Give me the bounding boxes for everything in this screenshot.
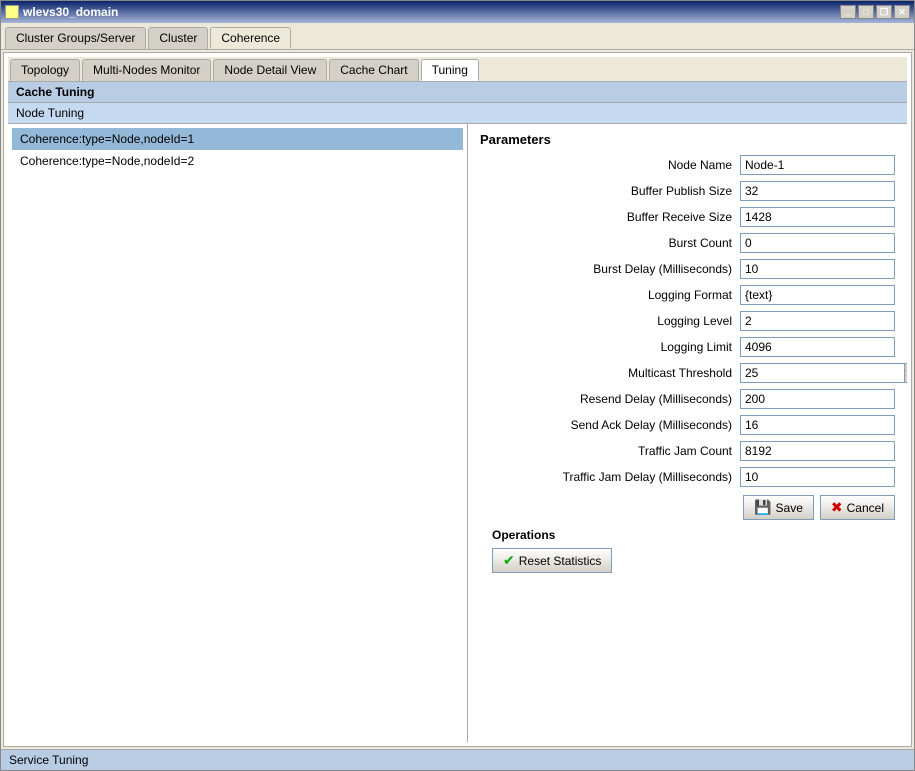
cancel-button[interactable]: ✖ Cancel: [820, 495, 895, 520]
param-row-buffer-publish-size: Buffer Publish Size: [480, 181, 895, 201]
window-icon: [5, 5, 19, 19]
node-list: Coherence:type=Node,nodeId=1 Coherence:t…: [8, 124, 468, 742]
spin-down-multicast-threshold[interactable]: ▼: [905, 373, 907, 382]
param-input-spin-multicast-threshold: ▲▼: [740, 363, 895, 383]
close-button[interactable]: ✕: [894, 5, 910, 19]
param-row-buffer-receive-size: Buffer Receive Size: [480, 207, 895, 227]
node-item-1[interactable]: Coherence:type=Node,nodeId=1: [12, 128, 463, 150]
params-panel: Parameters Node Name Buffer Publish Size B…: [468, 124, 907, 742]
param-row-burst-count: Burst Count: [480, 233, 895, 253]
param-label-traffic-jam-delay: Traffic Jam Delay (Milliseconds): [480, 470, 740, 484]
param-label-traffic-jam-count: Traffic Jam Count: [480, 444, 740, 458]
minimize-button[interactable]: _: [840, 5, 856, 19]
param-label-logging-level: Logging Level: [480, 314, 740, 328]
param-label-resend-delay: Resend Delay (Milliseconds): [480, 392, 740, 406]
param-input-logging-format[interactable]: [740, 285, 895, 305]
param-input-traffic-jam-delay[interactable]: [740, 467, 895, 487]
tab-multi-nodes[interactable]: Multi-Nodes Monitor: [82, 59, 211, 81]
param-input-buffer-publish-size[interactable]: [740, 181, 895, 201]
tab-node-detail[interactable]: Node Detail View: [213, 59, 327, 81]
param-label-burst-count: Burst Count: [480, 236, 740, 250]
tuning-body: Coherence:type=Node,nodeId=1 Coherence:t…: [8, 124, 907, 742]
tab-tuning[interactable]: Tuning: [421, 59, 479, 81]
reset-icon: ✔: [503, 552, 515, 569]
param-label-buffer-receive-size: Buffer Receive Size: [480, 210, 740, 224]
param-row-resend-delay: Resend Delay (Milliseconds): [480, 389, 895, 409]
param-input-logging-level[interactable]: [740, 311, 895, 331]
footer-label: Service Tuning: [9, 753, 88, 767]
cache-tuning-header: Cache Tuning: [8, 82, 907, 103]
params-fields: Node Name Buffer Publish Size Buffer Recei…: [480, 155, 895, 487]
reset-stats-label: Reset Statistics: [519, 554, 602, 568]
param-label-send-ack-delay: Send Ack Delay (Milliseconds): [480, 418, 740, 432]
param-row-logging-format: Logging Format: [480, 285, 895, 305]
param-row-node-name: Node Name: [480, 155, 895, 175]
param-input-burst-delay[interactable]: [740, 259, 895, 279]
content-area: Cache Tuning Node Tuning Coherence:type=…: [8, 82, 907, 742]
param-row-logging-limit: Logging Limit: [480, 337, 895, 357]
restore-button[interactable]: ❐: [876, 5, 892, 19]
param-input-burst-count[interactable]: [740, 233, 895, 253]
spin-btns-multicast-threshold: ▲▼: [904, 363, 907, 383]
operations-title: Operations: [492, 528, 883, 542]
param-row-burst-delay: Burst Delay (Milliseconds): [480, 259, 895, 279]
sub-tab-bar: Topology Multi-Nodes Monitor Node Detail…: [8, 57, 907, 82]
tab-cache-chart[interactable]: Cache Chart: [329, 59, 418, 81]
param-row-multicast-threshold: Multicast Threshold▲▼: [480, 363, 895, 383]
maximize-button[interactable]: □: [858, 5, 874, 19]
param-input-send-ack-delay[interactable]: [740, 415, 895, 435]
tab-cluster-groups[interactable]: Cluster Groups/Server: [5, 27, 146, 49]
param-row-traffic-jam-count: Traffic Jam Count: [480, 441, 895, 461]
save-icon: 💾: [754, 499, 771, 516]
node-tuning-header: Node Tuning: [8, 103, 907, 124]
title-bar-buttons: _ □ ❐ ✕: [840, 5, 910, 19]
operations-section: Operations ✔ Reset Statistics: [480, 524, 895, 577]
title-bar-left: wlevs30_domain: [5, 5, 118, 19]
param-input-traffic-jam-count[interactable]: [740, 441, 895, 461]
top-tab-bar: Cluster Groups/Server Cluster Coherence: [1, 23, 914, 50]
param-label-burst-delay: Burst Delay (Milliseconds): [480, 262, 740, 276]
tab-cluster[interactable]: Cluster: [148, 27, 208, 49]
param-label-buffer-publish-size: Buffer Publish Size: [480, 184, 740, 198]
main-content: Topology Multi-Nodes Monitor Node Detail…: [3, 52, 912, 747]
cancel-label: Cancel: [847, 501, 884, 515]
param-label-logging-format: Logging Format: [480, 288, 740, 302]
window-title: wlevs30_domain: [23, 5, 118, 19]
param-label-logging-limit: Logging Limit: [480, 340, 740, 354]
param-row-traffic-jam-delay: Traffic Jam Delay (Milliseconds): [480, 467, 895, 487]
param-row-send-ack-delay: Send Ack Delay (Milliseconds): [480, 415, 895, 435]
node-item-2[interactable]: Coherence:type=Node,nodeId=2: [12, 150, 463, 172]
action-buttons: 💾 Save ✖ Cancel: [480, 495, 895, 520]
tab-coherence[interactable]: Coherence: [210, 27, 291, 49]
param-input-buffer-receive-size[interactable]: [740, 207, 895, 227]
cancel-icon: ✖: [831, 499, 843, 516]
save-button[interactable]: 💾 Save: [743, 495, 814, 520]
param-input-logging-limit[interactable]: [740, 337, 895, 357]
param-input-multicast-threshold[interactable]: [740, 363, 904, 383]
title-bar: wlevs30_domain _ □ ❐ ✕: [1, 1, 914, 23]
save-label: Save: [776, 501, 803, 515]
spin-up-multicast-threshold[interactable]: ▲: [905, 364, 907, 373]
param-input-resend-delay[interactable]: [740, 389, 895, 409]
param-label-multicast-threshold: Multicast Threshold: [480, 366, 740, 380]
footer-bar: Service Tuning: [1, 749, 914, 770]
params-title: Parameters: [480, 132, 895, 147]
param-input-node-name[interactable]: [740, 155, 895, 175]
reset-statistics-button[interactable]: ✔ Reset Statistics: [492, 548, 612, 573]
param-label-node-name: Node Name: [480, 158, 740, 172]
main-window: wlevs30_domain _ □ ❐ ✕ Cluster Groups/Se…: [0, 0, 915, 771]
param-row-logging-level: Logging Level: [480, 311, 895, 331]
tab-topology[interactable]: Topology: [10, 59, 80, 81]
